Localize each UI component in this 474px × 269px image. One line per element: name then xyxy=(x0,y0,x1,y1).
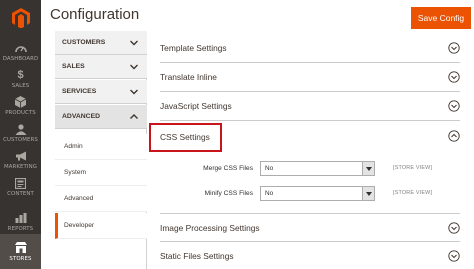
page-title: Configuration xyxy=(50,6,140,23)
dollar-icon: $ xyxy=(17,69,24,81)
minify-css-scope: [STORE VIEW] xyxy=(393,190,433,196)
merge-css-select[interactable]: No xyxy=(260,161,375,176)
content-icon xyxy=(15,177,27,189)
config-section-services[interactable]: SERVICES xyxy=(55,80,147,104)
config-sidebar: CUSTOMERS SALES SERVICES ADVANCED Admin … xyxy=(55,31,147,269)
section-label: ADVANCED xyxy=(62,113,101,120)
css-settings-highlight-box xyxy=(149,123,222,152)
config-item-admin[interactable]: Admin xyxy=(55,134,147,160)
chevron-circle-icon xyxy=(448,222,460,234)
group-title: Template Settings xyxy=(160,43,227,53)
nav-item-stores[interactable]: STORES xyxy=(0,234,41,269)
dashboard-icon xyxy=(14,42,27,54)
magento-logo-icon[interactable] xyxy=(0,0,41,36)
group-translate-inline[interactable]: Translate Inline xyxy=(160,63,460,92)
chevron-down-icon xyxy=(130,40,138,46)
group-static-files-settings[interactable]: Static Files Settings xyxy=(160,242,460,269)
section-label: SERVICES xyxy=(62,88,97,95)
config-section-sales[interactable]: SALES xyxy=(55,55,147,79)
chevron-down-icon xyxy=(130,64,138,70)
config-item-label: Admin xyxy=(64,143,83,150)
merge-css-label: Merge CSS Files xyxy=(203,165,253,172)
config-item-label: System xyxy=(64,169,86,176)
nav-label: PRODUCTS xyxy=(5,110,36,116)
config-item-label: Advanced xyxy=(64,195,94,202)
chevron-circle-icon xyxy=(448,250,460,262)
nav-label: DASHBOARD xyxy=(2,56,39,62)
dropdown-arrow-icon xyxy=(362,187,374,200)
nav-label: REPORTS xyxy=(7,226,34,232)
config-main: Template Settings Translate Inline JavaS… xyxy=(148,31,474,269)
nav-label: STORES xyxy=(9,255,32,262)
config-item-developer[interactable]: Developer xyxy=(55,213,147,239)
config-item-system[interactable]: System xyxy=(55,160,147,186)
store-icon xyxy=(14,242,27,254)
group-template-settings[interactable]: Template Settings xyxy=(160,34,460,63)
nav-label: SALES xyxy=(11,83,30,89)
group-title: JavaScript Settings xyxy=(160,101,232,111)
customers-icon xyxy=(15,123,27,135)
section-label: SALES xyxy=(62,63,85,70)
config-item-advanced[interactable]: Advanced xyxy=(55,186,147,212)
nav-item-content[interactable]: CONTENT xyxy=(0,171,41,203)
cube-icon xyxy=(15,96,27,108)
select-value: No xyxy=(265,190,274,197)
minify-css-select[interactable]: No xyxy=(260,186,375,201)
chevron-up-icon xyxy=(130,114,138,119)
nav-label: CUSTOMERS xyxy=(3,137,38,143)
group-title: Static Files Settings xyxy=(160,251,234,261)
group-javascript-settings[interactable]: JavaScript Settings xyxy=(160,92,460,121)
save-config-button[interactable]: Save Config xyxy=(411,7,471,29)
chevron-circle-icon xyxy=(448,71,460,83)
merge-css-scope: [STORE VIEW] xyxy=(393,165,433,171)
nav-label: CONTENT xyxy=(7,191,34,197)
admin-nav: DASHBOARD $ SALES PRODUCTS CUSTOMERS MAR… xyxy=(0,0,41,269)
nav-label: MARKETING xyxy=(3,164,38,170)
section-label: CUSTOMERS xyxy=(62,39,106,46)
select-value: No xyxy=(265,165,274,172)
chevron-down-icon xyxy=(130,89,138,95)
dropdown-arrow-icon xyxy=(362,162,374,175)
group-title: Image Processing Settings xyxy=(160,222,260,233)
chevron-circle-icon xyxy=(448,100,460,112)
bar-chart-icon xyxy=(15,212,27,224)
chevron-circle-icon xyxy=(448,42,460,54)
config-item-label: Developer xyxy=(64,222,95,229)
group-title: Translate Inline xyxy=(160,72,217,82)
config-section-advanced[interactable]: ADVANCED xyxy=(55,105,147,129)
megaphone-icon xyxy=(15,150,27,162)
minify-css-label: Minify CSS Files xyxy=(204,190,253,197)
group-image-processing-settings[interactable]: Image Processing Settings xyxy=(160,213,460,242)
chevron-circle-up-icon xyxy=(448,130,460,142)
config-section-customers[interactable]: CUSTOMERS xyxy=(55,31,147,55)
